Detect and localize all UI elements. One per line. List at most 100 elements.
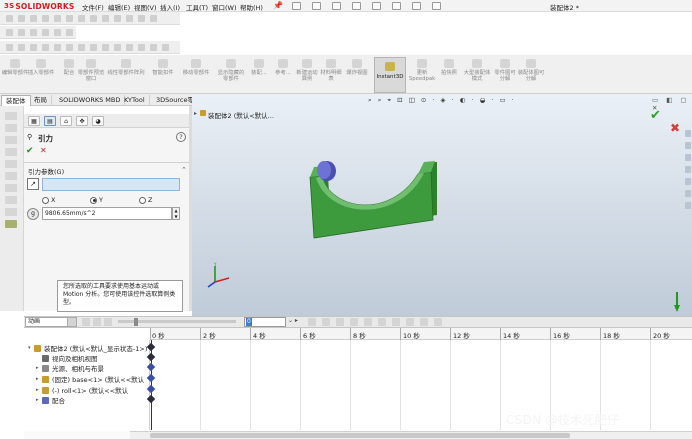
- dimxpert-tab[interactable]: ✥: [76, 116, 88, 126]
- cmd-assembly-explode[interactable]: 装配体图可分解: [516, 58, 546, 92]
- toolbar-icon[interactable]: [42, 29, 49, 36]
- options-gear-icon[interactable]: [432, 2, 441, 10]
- cmd-assembly-features[interactable]: 装配...: [246, 58, 272, 92]
- cmd-part-explode[interactable]: 零件图可分解: [492, 58, 518, 92]
- toolbar-icon[interactable]: [78, 44, 85, 51]
- toolbar-icon[interactable]: [30, 29, 37, 36]
- toolbar-icon[interactable]: [150, 44, 157, 51]
- strip-icon[interactable]: [5, 208, 17, 216]
- tree-row-view-camera[interactable]: 视向及相机视图: [36, 353, 98, 363]
- toolbar-icon[interactable]: [18, 15, 25, 22]
- cmd-update-speedpak[interactable]: 更新Speedpak: [408, 58, 436, 92]
- heads-up-toolbar[interactable]: ⌕ ⌕ ⌖ ⊡ ◫ ⊙ · ◈ · ◐ · ◒ · ▭ ·: [368, 96, 528, 106]
- task-pane-icon[interactable]: [685, 142, 691, 149]
- open-icon[interactable]: [332, 2, 341, 10]
- tab-layout[interactable]: 布局: [30, 95, 52, 106]
- task-pane-icon[interactable]: [685, 130, 691, 137]
- toolbar-icon[interactable]: [138, 44, 145, 51]
- menu-help[interactable]: 帮助(H): [240, 2, 263, 12]
- undo-icon[interactable]: [392, 2, 401, 10]
- strip-icon[interactable]: [5, 196, 17, 204]
- toolbar-icon[interactable]: [30, 15, 37, 22]
- properties-icon[interactable]: [434, 318, 442, 326]
- toolbar-icon[interactable]: [114, 44, 121, 51]
- cmd-insert-component[interactable]: 插入零部件: [26, 58, 56, 92]
- toolbar-icon[interactable]: [114, 15, 121, 22]
- cmd-smart-fasteners[interactable]: 智能扣件: [150, 58, 176, 92]
- cancel-button[interactable]: ✕: [40, 146, 50, 156]
- instant3d-button[interactable]: Instant3D: [374, 57, 406, 93]
- cmd-bill-of-materials[interactable]: 材料明细表: [318, 58, 344, 92]
- toolbar-icon[interactable]: [138, 15, 145, 22]
- cmd-take-snapshot[interactable]: 拍快照: [436, 58, 462, 92]
- strip-icon[interactable]: [5, 172, 17, 180]
- task-pane-icon[interactable]: [685, 202, 691, 209]
- cmd-linear-pattern[interactable]: 线性零部件阵列: [104, 58, 148, 92]
- strip-icon-active[interactable]: [5, 220, 17, 228]
- toolbar-icon[interactable]: [78, 15, 85, 22]
- toolbar-icon[interactable]: [66, 15, 73, 22]
- force-icon[interactable]: [378, 318, 386, 326]
- cmd-show-hidden[interactable]: 显示隐藏的零部件: [216, 58, 246, 92]
- solidworks-logo[interactable]: 3S SOLIDWORKS: [4, 1, 75, 11]
- chevron-down-icon[interactable]: ⌄ ▸: [288, 317, 298, 324]
- help-icon[interactable]: ?: [176, 132, 186, 142]
- menu-view[interactable]: 视图(V): [134, 2, 157, 12]
- radio-y[interactable]: Y: [90, 196, 103, 204]
- tree-row-roll[interactable]: ▸ (-) roll<1> (默认<<默认: [36, 385, 128, 395]
- chevron-right-icon[interactable]: ▸: [194, 110, 197, 117]
- save-icon[interactable]: [352, 2, 361, 10]
- cmd-exploded-view[interactable]: 爆炸视图: [344, 58, 370, 92]
- menu-window[interactable]: 窗口(W): [212, 2, 237, 12]
- radio-x[interactable]: X: [42, 196, 55, 204]
- new-document-icon[interactable]: [312, 2, 321, 10]
- cmd-reference-geometry[interactable]: 参考...: [270, 58, 296, 92]
- toolbar-icon[interactable]: [6, 15, 13, 22]
- cmd-large-assembly[interactable]: 大型装配体模式: [462, 58, 492, 92]
- toolbar-icon[interactable]: [162, 44, 169, 51]
- menu-file[interactable]: 文件(F): [82, 2, 104, 12]
- ok-button[interactable]: ✔: [26, 146, 36, 156]
- tree-row-base[interactable]: ▸ (固定) base<1> (默认<<默认: [36, 374, 144, 384]
- toolbar-icon[interactable]: [6, 44, 13, 51]
- menu-tools[interactable]: 工具(T): [186, 2, 208, 12]
- toolbar-icon[interactable]: [126, 15, 133, 22]
- menu-edit[interactable]: 编辑(E): [108, 2, 130, 12]
- task-pane-icon[interactable]: [685, 166, 691, 173]
- task-pane-icon[interactable]: [685, 178, 691, 185]
- damper-icon[interactable]: [364, 318, 372, 326]
- configuration-manager-tab[interactable]: ⌂: [60, 116, 72, 126]
- tab-assembly[interactable]: 装配体: [1, 95, 31, 106]
- confirm-corner-cancel-icon[interactable]: ✖: [670, 121, 680, 135]
- toolbar-icon[interactable]: [90, 15, 97, 22]
- strip-icon[interactable]: [5, 160, 17, 168]
- strip-icon[interactable]: [5, 148, 17, 156]
- confirm-corner-ok-icon[interactable]: ✔: [650, 108, 661, 123]
- radio-z[interactable]: Z: [139, 196, 152, 204]
- toolbar-icon[interactable]: [30, 44, 37, 51]
- direction-reference-field[interactable]: [42, 178, 180, 191]
- toolbar-icon[interactable]: [90, 44, 97, 51]
- toolbar-icon[interactable]: [18, 29, 25, 36]
- toolbar-icon[interactable]: [42, 44, 49, 51]
- stop-icon[interactable]: [104, 318, 112, 326]
- chevron-up-icon[interactable]: ⌃: [181, 166, 187, 174]
- tab-kytool[interactable]: KYTool: [120, 95, 150, 106]
- results-icon[interactable]: [420, 318, 428, 326]
- roll-part-face[interactable]: [317, 161, 331, 179]
- spring-icon[interactable]: [350, 318, 358, 326]
- display-manager-tab[interactable]: ◕: [92, 116, 104, 126]
- toolbar-icon[interactable]: [18, 44, 25, 51]
- add-key-icon[interactable]: [322, 318, 330, 326]
- home-icon[interactable]: [292, 2, 301, 10]
- timeline-scrollbar[interactable]: [130, 431, 692, 439]
- toolbar-icon[interactable]: [102, 15, 109, 22]
- assembly-model[interactable]: [300, 150, 450, 245]
- toolbar-icon[interactable]: [102, 44, 109, 51]
- strip-icon[interactable]: [5, 136, 17, 144]
- tab-mbd[interactable]: SOLIDWORKS MBD: [55, 95, 126, 106]
- flyout-tree-label[interactable]: 装配体2 (默认<默认...: [208, 110, 274, 120]
- play-icon[interactable]: [93, 318, 101, 326]
- menu-insert[interactable]: 插入(I): [160, 2, 180, 12]
- cmd-component-preview[interactable]: 零部件预览窗口: [76, 58, 106, 92]
